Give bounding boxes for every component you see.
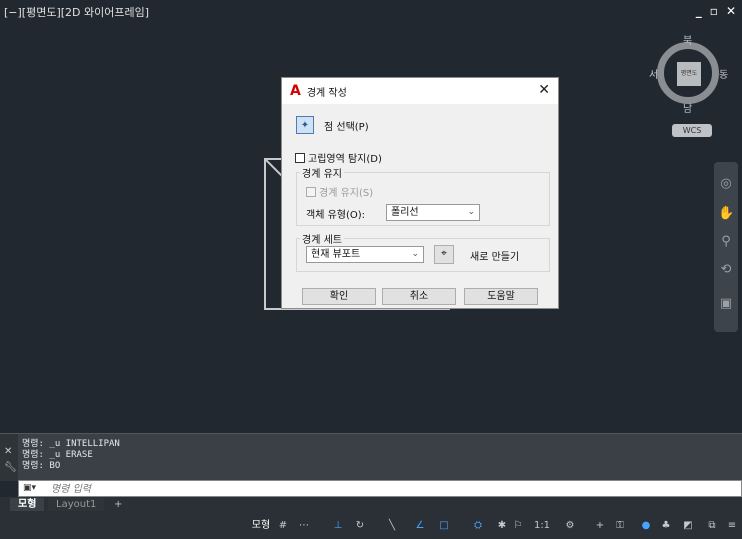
chevron-down-icon: ⌄ [467, 207, 475, 217]
annotation-scale-value[interactable]: 1:1 [528, 518, 556, 534]
crosshair-icon: ⌖ [441, 248, 447, 259]
autocad-logo-icon: A [290, 83, 301, 99]
snap-icon[interactable]: ⋯ [294, 518, 314, 534]
crosshair-plus-icon[interactable]: + [592, 518, 608, 534]
retain-group-label: 경계 유지 [300, 165, 344, 180]
annotation-scale-icon[interactable]: ⚐ [510, 518, 526, 534]
command-line: 명령: _u ERASE [22, 450, 93, 460]
command-line: 명령: BO [22, 461, 61, 471]
command-line: 명령: _u INTELLIPAN [22, 439, 120, 449]
hardware-acceleration-icon[interactable]: ♣ [658, 518, 674, 534]
wcs-menu[interactable]: WCS [672, 124, 712, 137]
add-layout-tab[interactable]: + [106, 498, 130, 511]
object-snap-icon[interactable]: □ [436, 518, 452, 534]
command-history-panel: ✕ 🔧︎ 명령: _u INTELLIPAN 명령: _u ERASE 명령: … [0, 433, 742, 481]
minimize-icon[interactable]: _ [696, 4, 702, 18]
object-type-value: 폴리선 [391, 207, 419, 218]
boundary-set-value: 현재 뷰포트 [311, 249, 361, 260]
workspace-gear-icon[interactable]: ⚙ [562, 518, 578, 534]
isolate-objects-icon[interactable]: ● [638, 518, 654, 534]
viewcube-face[interactable]: 평면도 [677, 62, 701, 86]
tab-model[interactable]: 모형 [10, 498, 45, 511]
tab-layout1[interactable]: Layout1 [48, 498, 105, 511]
viewcube-west[interactable]: 서 [649, 66, 658, 81]
model-space-button[interactable]: 모형 [250, 518, 272, 534]
viewcube[interactable]: 평면도 북 남 동 서 [649, 36, 728, 115]
boundary-set-label: 경계 세트 [300, 231, 344, 246]
ok-button[interactable]: 확인 [302, 288, 376, 305]
viewcube-east[interactable]: 동 [719, 66, 728, 81]
chevron-down-icon: ⌄ [411, 249, 419, 259]
retain-boundaries-check[interactable] [306, 186, 316, 197]
navigation-bar: ◎ ✋ ⚲ ⟲ ▣ [714, 162, 738, 332]
status-bar: 모형 # ⋯ ⊥ ↻ ╲ ∠ □ ⛭ ✱ ⚐ 1:1 ⚙ + ⚿ ● ♣ ◩ ⧉… [0, 512, 742, 539]
island-detection-label[interactable]: 고립영역 탐지(D) [308, 150, 382, 165]
viewcube-south[interactable]: 남 [683, 100, 692, 115]
polar-icon[interactable]: ↻ [352, 518, 368, 534]
pick-points-icon[interactable]: ✦ [296, 116, 314, 134]
showmotion-icon[interactable]: ▣ [718, 296, 734, 312]
pan-icon[interactable]: ✋ [718, 206, 734, 222]
new-boundary-set-label: 새로 만들기 [470, 252, 520, 263]
command-panel-side: ✕ 🔧︎ [0, 434, 18, 481]
isodraft-icon[interactable]: ╲ [384, 518, 400, 534]
boundary-creation-dialog: A 경계 작성 ✕ ✦ 점 선택(P) 고립영역 탐지(D) 경계 유지 경계 … [281, 77, 559, 309]
restore-icon[interactable]: ▫ [710, 4, 718, 18]
units-icon[interactable]: ⚿ [612, 518, 628, 534]
auto-scale-icon[interactable]: ✱ [494, 518, 510, 534]
cancel-button[interactable]: 취소 [382, 288, 456, 305]
island-detection-checkbox[interactable]: 고립영역 탐지(D) [295, 150, 382, 165]
command-input[interactable] [51, 482, 651, 496]
fullscreen-icon[interactable]: ⧉ [704, 518, 720, 534]
wrench-icon[interactable]: 🔧︎ [4, 462, 17, 473]
boundary-set-dropdown[interactable]: 현재 뷰포트 ⌄ [306, 246, 424, 263]
viewcube-north[interactable]: 북 [683, 32, 692, 47]
pick-points-row[interactable]: ✦ 점 선택(P) [296, 116, 369, 134]
new-boundary-set-button[interactable]: ⌖ [434, 245, 454, 264]
object-type-label: 객체 유형(O): [306, 210, 366, 221]
dialog-close-button[interactable]: ✕ [538, 82, 550, 98]
pick-points-label[interactable]: 점 선택(P) [324, 118, 369, 133]
object-type-dropdown[interactable]: 폴리선 ⌄ [386, 204, 480, 221]
close-icon[interactable]: ✕ [4, 446, 12, 457]
island-detection-check[interactable] [295, 152, 305, 163]
steering-wheel-icon[interactable]: ◎ [718, 176, 734, 192]
command-prompt-icon[interactable]: ▣▾ [23, 483, 36, 493]
dialog-title: 경계 작성 [306, 87, 347, 99]
close-icon[interactable]: ✕ [726, 4, 736, 18]
customization-menu-icon[interactable]: ≡ [724, 518, 740, 534]
object-snap-tracking-icon[interactable]: ∠ [412, 518, 428, 534]
ortho-icon[interactable]: ⊥ [330, 518, 346, 534]
grid-icon[interactable]: # [276, 518, 290, 534]
help-button[interactable]: 도움말 [464, 288, 538, 305]
clean-screen-icon[interactable]: ◩ [680, 518, 696, 534]
dialog-titlebar[interactable]: A 경계 작성 [282, 78, 558, 104]
orbit-icon[interactable]: ⟲ [718, 262, 734, 278]
layout-tabs: 모형 Layout1 + [0, 497, 742, 512]
viewport-label[interactable]: [−][평면도][2D 와이어프레임] [4, 4, 149, 20]
command-history: 명령: _u INTELLIPAN 명령: _u ERASE 명령: BO [22, 439, 120, 472]
annotation-visibility-icon[interactable]: ⛭ [470, 518, 486, 534]
window-controls: _ ▫ ✕ [696, 4, 736, 18]
zoom-icon[interactable]: ⚲ [718, 234, 734, 250]
retain-boundaries-label: 경계 유지(S) [319, 188, 374, 199]
retain-boundaries-checkbox[interactable]: 경계 유지(S) [306, 184, 373, 199]
command-input-bar[interactable]: ▣▾ [18, 480, 742, 497]
